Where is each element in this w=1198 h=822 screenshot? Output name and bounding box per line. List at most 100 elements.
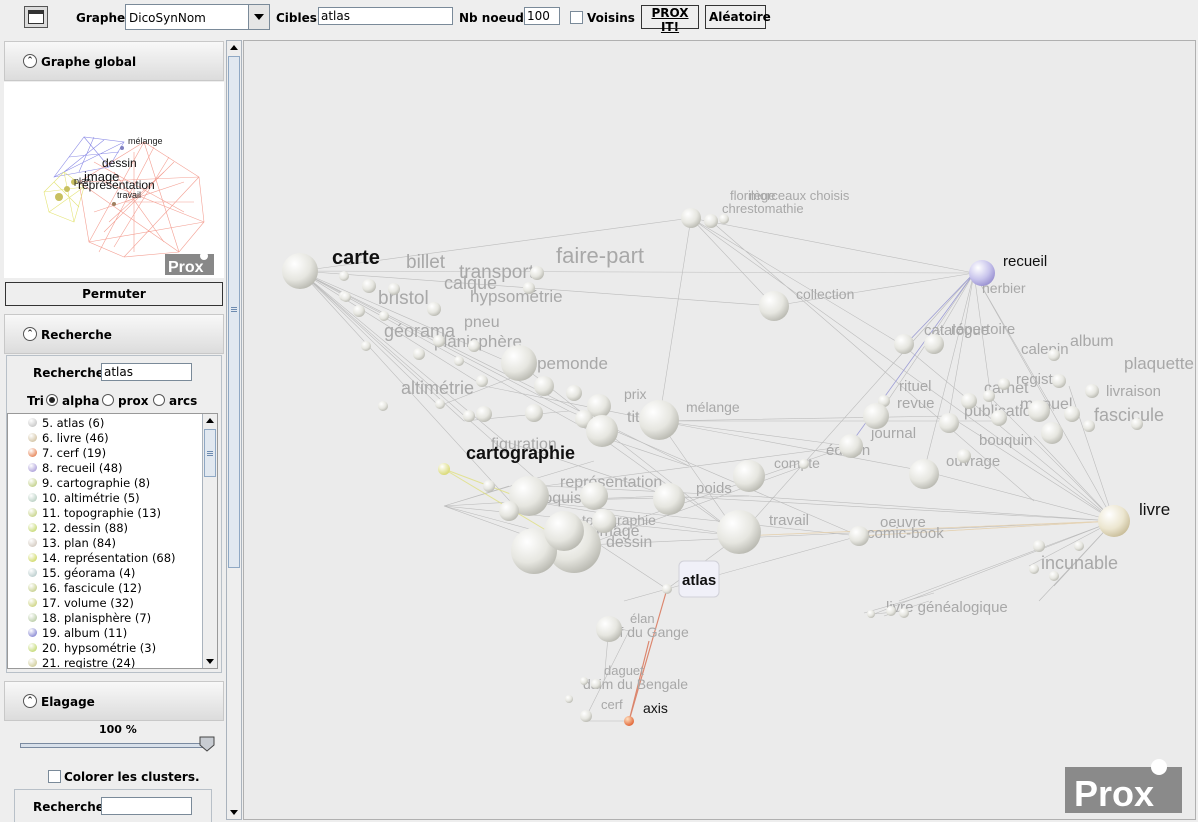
collapse-icon[interactable]: ⌃ [23,694,37,708]
scroll-down-icon[interactable] [227,805,241,819]
list-item-label: 14. représentation (68) [42,551,176,565]
permuter-button[interactable]: Permuter [5,282,223,306]
list-item[interactable]: 21. registre (24) [8,655,203,668]
prox-it-button[interactable]: PROX IT! [641,5,699,34]
elagage-slider-thumb[interactable] [199,736,215,752]
graphe-select[interactable]: DicoSynNom [125,4,270,30]
cibles-input[interactable] [318,7,453,25]
node-color-dot [28,553,37,562]
list-item-label: 16. fascicule (12) [42,581,142,595]
list-item[interactable]: 6. livre (46) [8,430,203,445]
node-label[interactable]: axis [643,700,668,716]
node-label: faire-part [556,243,644,268]
global-graph-minimap[interactable]: mélange dessin image représentation trav… [4,82,224,278]
node-label[interactable]: recueil [1003,253,1047,270]
list-scroll-thumb[interactable] [204,429,216,477]
list-item[interactable]: 18. planisphère (7) [8,610,203,625]
graph-node[interactable] [282,253,318,289]
node-label: collection [796,286,854,302]
nb-noeuds-label: Nb noeuds [459,11,532,25]
list-item-label: 11. topographie (13) [42,506,162,520]
random-button[interactable]: Aléatoire [705,5,771,29]
list-item[interactable]: 14. représentation (68) [8,550,203,565]
list-item-label: 7. cerf (19) [42,446,107,460]
list-item-label: 19. album (11) [42,626,128,640]
graphe-global-header[interactable]: ⌃ Graphe global [4,41,224,81]
graph-canvas[interactable]: faire-part transport florilège morceaux … [243,40,1196,820]
list-item-label: 15. géorama (4) [42,566,136,580]
elagage-header[interactable]: ⌃ Elagage [4,681,224,721]
sort-prox-radio[interactable] [102,394,114,406]
list-item-label: 20. hypsométrie (3) [42,641,157,655]
node-label: pneu [464,314,500,331]
node-label: livraison [1106,383,1161,400]
left-scroll-thumb[interactable] [228,56,240,568]
list-item-label: 6. livre (46) [42,431,109,445]
elagage-search-input[interactable] [101,797,192,815]
graph-svg: faire-part transport florilège morceaux … [282,188,1194,814]
scroll-up-icon[interactable] [227,41,241,55]
minimap-label: plan [74,176,91,186]
elagage-slider-track[interactable] [20,743,210,748]
list-scrollbar[interactable] [202,414,217,668]
list-item[interactable]: 11. topographie (13) [8,505,203,520]
list-item[interactable]: 10. altimétrie (5) [8,490,203,505]
collapse-icon[interactable]: ⌃ [23,327,37,341]
node-label[interactable]: livre [1139,500,1170,519]
node-list[interactable]: 5. atlas (6) 6. livre (46) 7. cerf (19) 8. … [7,413,218,669]
prox-logo: Prox [1074,773,1154,814]
sort-alpha-radio[interactable] [46,394,58,406]
node-label: compte [774,455,820,471]
list-item[interactable]: 9. cartographie (8) [8,475,203,490]
node-color-dot [28,478,37,487]
list-item-label: 8. recueil (48) [42,461,123,475]
list-item[interactable]: 8. recueil (48) [8,460,203,475]
node-label: billet [406,252,446,273]
nb-noeuds-input[interactable] [524,7,560,25]
voisins-label: Voisins [587,11,635,25]
node-label: cerf [601,697,623,712]
node-label: travail [769,512,809,529]
color-clusters-checkbox[interactable] [48,770,61,783]
chevron-down-icon[interactable] [248,5,269,29]
node-label[interactable]: cartographie [466,443,575,463]
graphe-label: Graphe [76,11,126,25]
elagage-search-label: Recherche [33,800,104,814]
scroll-down-icon[interactable] [203,654,217,668]
recherche-header[interactable]: ⌃ Recherche [4,314,224,354]
list-item[interactable]: 20. hypsométrie (3) [8,640,203,655]
node-label[interactable]: carte [332,247,380,269]
node-label: prix [624,386,647,402]
list-item[interactable]: 17. volume (32) [8,595,203,610]
left-panel-scrollbar[interactable] [226,40,242,820]
list-item[interactable]: 12. dessin (88) [8,520,203,535]
cibles-label: Cibles [276,11,317,25]
list-item[interactable]: 13. plan (84) [8,535,203,550]
list-item-label: 12. dessin (88) [42,521,129,535]
sort-arcs-label: arcs [169,394,198,408]
node-color-dot [28,628,37,637]
list-item-label: 5. atlas (6) [42,416,105,430]
node-label: dessin [606,534,652,551]
list-item[interactable]: 19. album (11) [8,625,203,640]
node-color-dot [28,463,37,472]
collapse-icon[interactable]: ⌃ [23,54,37,68]
node-label: représentation [560,474,662,491]
list-item[interactable]: 15. géorama (4) [8,565,203,580]
elagage-percent: 100 % [99,723,137,736]
voisins-checkbox[interactable] [570,11,583,24]
list-item[interactable]: 16. fascicule (12) [8,580,203,595]
search-input[interactable] [101,363,192,381]
node-label: comic-book [867,525,944,542]
color-clusters-label: Colorer les clusters. [64,770,200,784]
scroll-up-icon[interactable] [203,414,217,428]
list-item[interactable]: 7. cerf (19) [8,445,203,460]
list-item-label: 9. cartographie (8) [42,476,151,490]
node-label[interactable]: atlas [682,572,716,589]
sort-label: Tri [27,394,44,408]
list-item[interactable]: 5. atlas (6) [8,415,203,430]
window-icon[interactable] [24,6,48,28]
sort-arcs-radio[interactable] [153,394,165,406]
list-item-label: 10. altimétrie (5) [42,491,140,505]
search-field-label: Recherche [33,366,104,380]
